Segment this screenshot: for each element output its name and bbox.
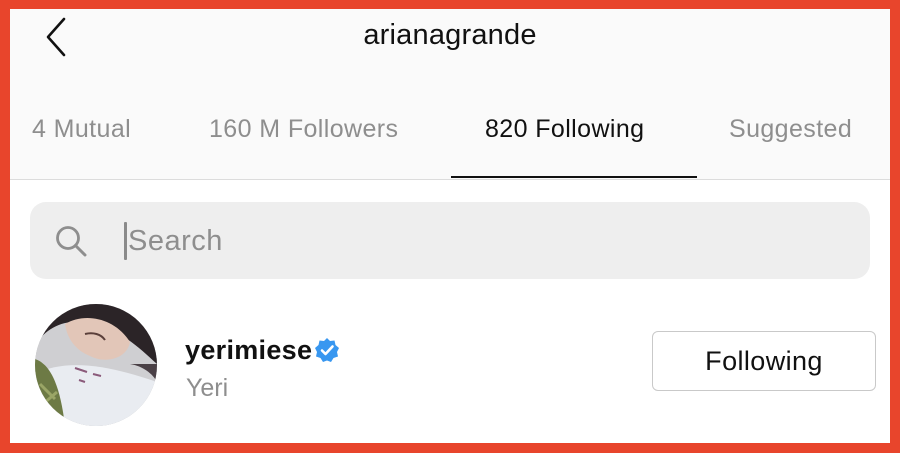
- page-title: arianagrande: [363, 19, 537, 51]
- list-item[interactable]: yerimiese Yeri Following: [10, 301, 890, 431]
- tab-suggested[interactable]: Suggested: [729, 115, 852, 144]
- search-icon: [56, 226, 87, 257]
- avatar-photo: [35, 304, 157, 426]
- search-bar[interactable]: [30, 202, 870, 279]
- following-button[interactable]: Following: [652, 331, 876, 391]
- instagram-following-screen: arianagrande 4 Mutual 160 M Followers 82…: [10, 9, 890, 443]
- tab-followers[interactable]: 160 M Followers: [209, 115, 398, 144]
- full-name: Yeri: [186, 374, 229, 402]
- active-tab-indicator: [451, 176, 697, 178]
- tab-mutual[interactable]: 4 Mutual: [32, 115, 131, 144]
- top-bar: arianagrande: [10, 9, 890, 69]
- avatar[interactable]: [35, 304, 157, 426]
- username[interactable]: yerimiese: [185, 335, 312, 366]
- tab-bar: 4 Mutual 160 M Followers 820 Following S…: [10, 69, 890, 180]
- tab-following[interactable]: 820 Following: [485, 115, 644, 144]
- search-input[interactable]: [126, 216, 830, 266]
- verified-badge-icon: [315, 338, 339, 362]
